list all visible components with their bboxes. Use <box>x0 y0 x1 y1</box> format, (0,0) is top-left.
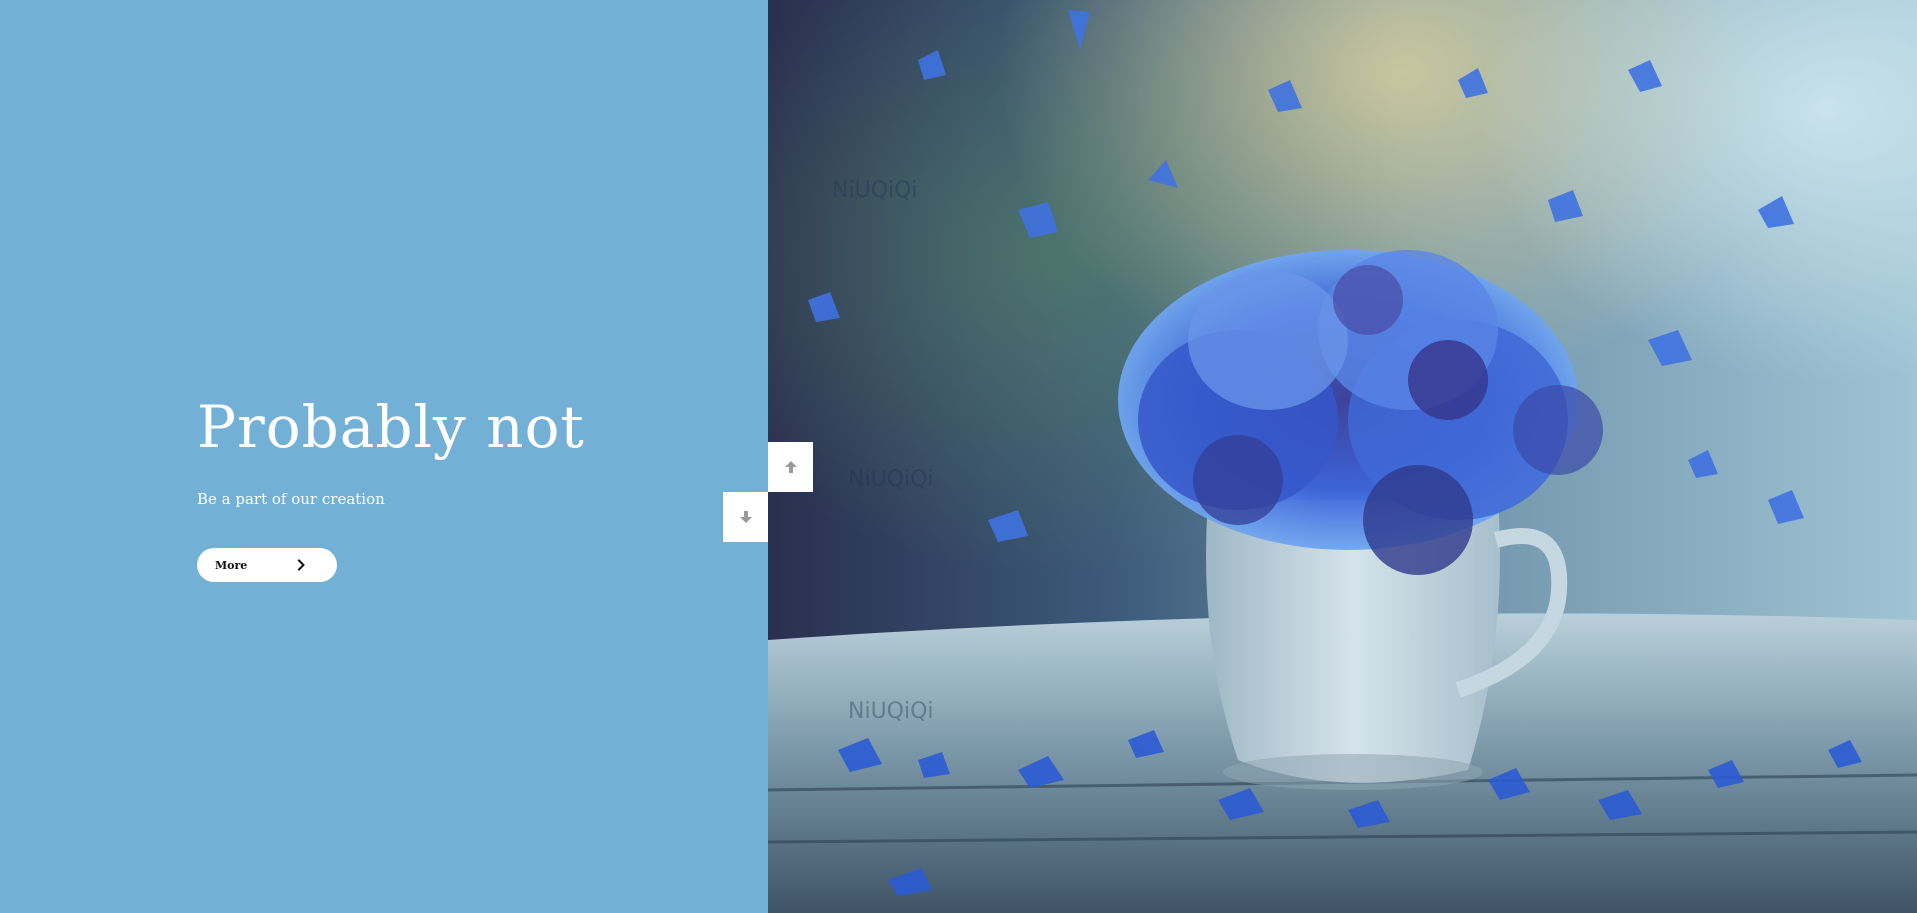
scroll-up-button[interactable] <box>768 442 813 492</box>
scroll-down-button[interactable] <box>723 492 768 542</box>
more-button[interactable]: More <box>197 548 337 582</box>
flower-photo <box>768 0 1917 913</box>
hero-title: Probably not <box>197 393 585 461</box>
hero-image: NiUQiQi NiUQiQi NiUQiQi <box>768 0 1917 913</box>
hero-subtitle: Be a part of our creation <box>197 490 385 508</box>
hero-panel: Probably not Be a part of our creation M… <box>0 0 768 913</box>
chevron-right-icon <box>297 559 305 571</box>
more-button-label: More <box>215 558 248 572</box>
arrow-down-icon <box>739 511 752 523</box>
arrow-up-icon <box>784 461 797 473</box>
